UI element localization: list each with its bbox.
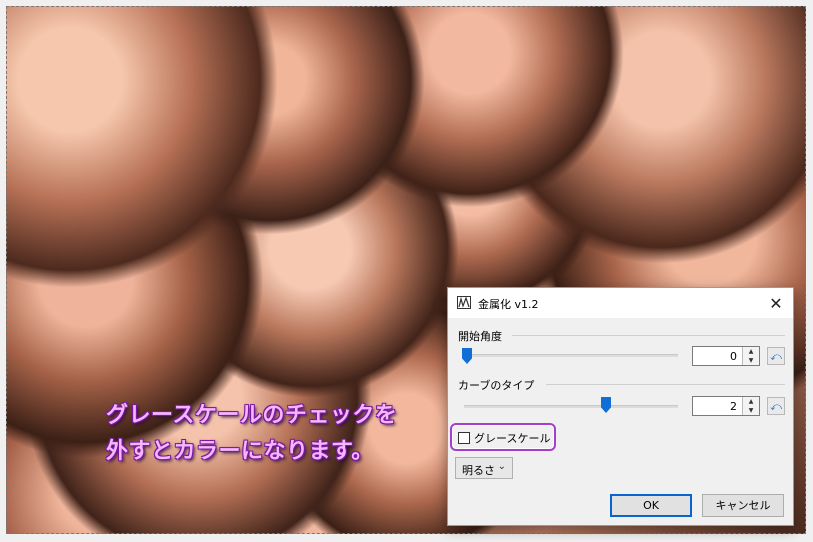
mode-select[interactable]: 明るさ ⌄ <box>455 457 513 479</box>
close-icon[interactable]: ✕ <box>759 288 793 318</box>
curve-type-value: 2 <box>730 400 737 413</box>
start-angle-value: 0 <box>730 350 737 363</box>
curve-type-slider-track[interactable] <box>464 405 678 408</box>
reset-icon: ⤺ <box>770 400 782 413</box>
callout-line-2: 外すとカラーになります。 <box>106 439 374 464</box>
callout-highlight-box <box>450 423 556 451</box>
cancel-button[interactable]: キャンセル <box>702 494 784 517</box>
ok-button[interactable]: OK <box>610 494 692 517</box>
spin-arrows-icon[interactable]: ▲ ▼ <box>742 347 759 365</box>
start-angle-spinbox[interactable]: 0 ▲ ▼ <box>692 346 760 366</box>
start-angle-slider-track[interactable] <box>464 354 678 357</box>
curve-type-spinbox[interactable]: 2 ▲ ▼ <box>692 396 760 416</box>
curve-type-divider <box>546 384 785 385</box>
chevron-down-icon: ⌄ <box>497 461 506 472</box>
reset-icon: ⤺ <box>770 350 782 363</box>
start-angle-slider-thumb[interactable] <box>462 348 472 364</box>
grayscale-option[interactable]: グレースケール <box>450 423 556 451</box>
mode-select-value: 明るさ <box>462 464 495 477</box>
curve-type-slider-thumb[interactable] <box>601 397 611 413</box>
start-angle-reset-button[interactable]: ⤺ <box>767 347 785 365</box>
curve-type-label: カーブのタイプ <box>458 379 535 392</box>
callout-line-1: グレースケールのチェックを <box>106 403 398 428</box>
metallize-dialog: 金属化 v1.2 ✕ 開始角度 0 ▲ ▼ ⤺ カーブのタイプ 2 ▲ ▼ ⤺ グレ… <box>447 287 794 526</box>
curve-type-reset-button[interactable]: ⤺ <box>767 397 785 415</box>
dialog-titlebar[interactable]: 金属化 v1.2 ✕ <box>448 288 793 318</box>
instruction-callout: グレースケールのチェックを 外すとカラーになります。 <box>106 398 446 470</box>
spin-arrows-icon[interactable]: ▲ ▼ <box>742 397 759 415</box>
start-angle-divider <box>512 335 785 336</box>
start-angle-label: 開始角度 <box>458 330 502 343</box>
dialog-title: 金属化 v1.2 <box>478 298 539 311</box>
app-icon <box>457 296 471 309</box>
